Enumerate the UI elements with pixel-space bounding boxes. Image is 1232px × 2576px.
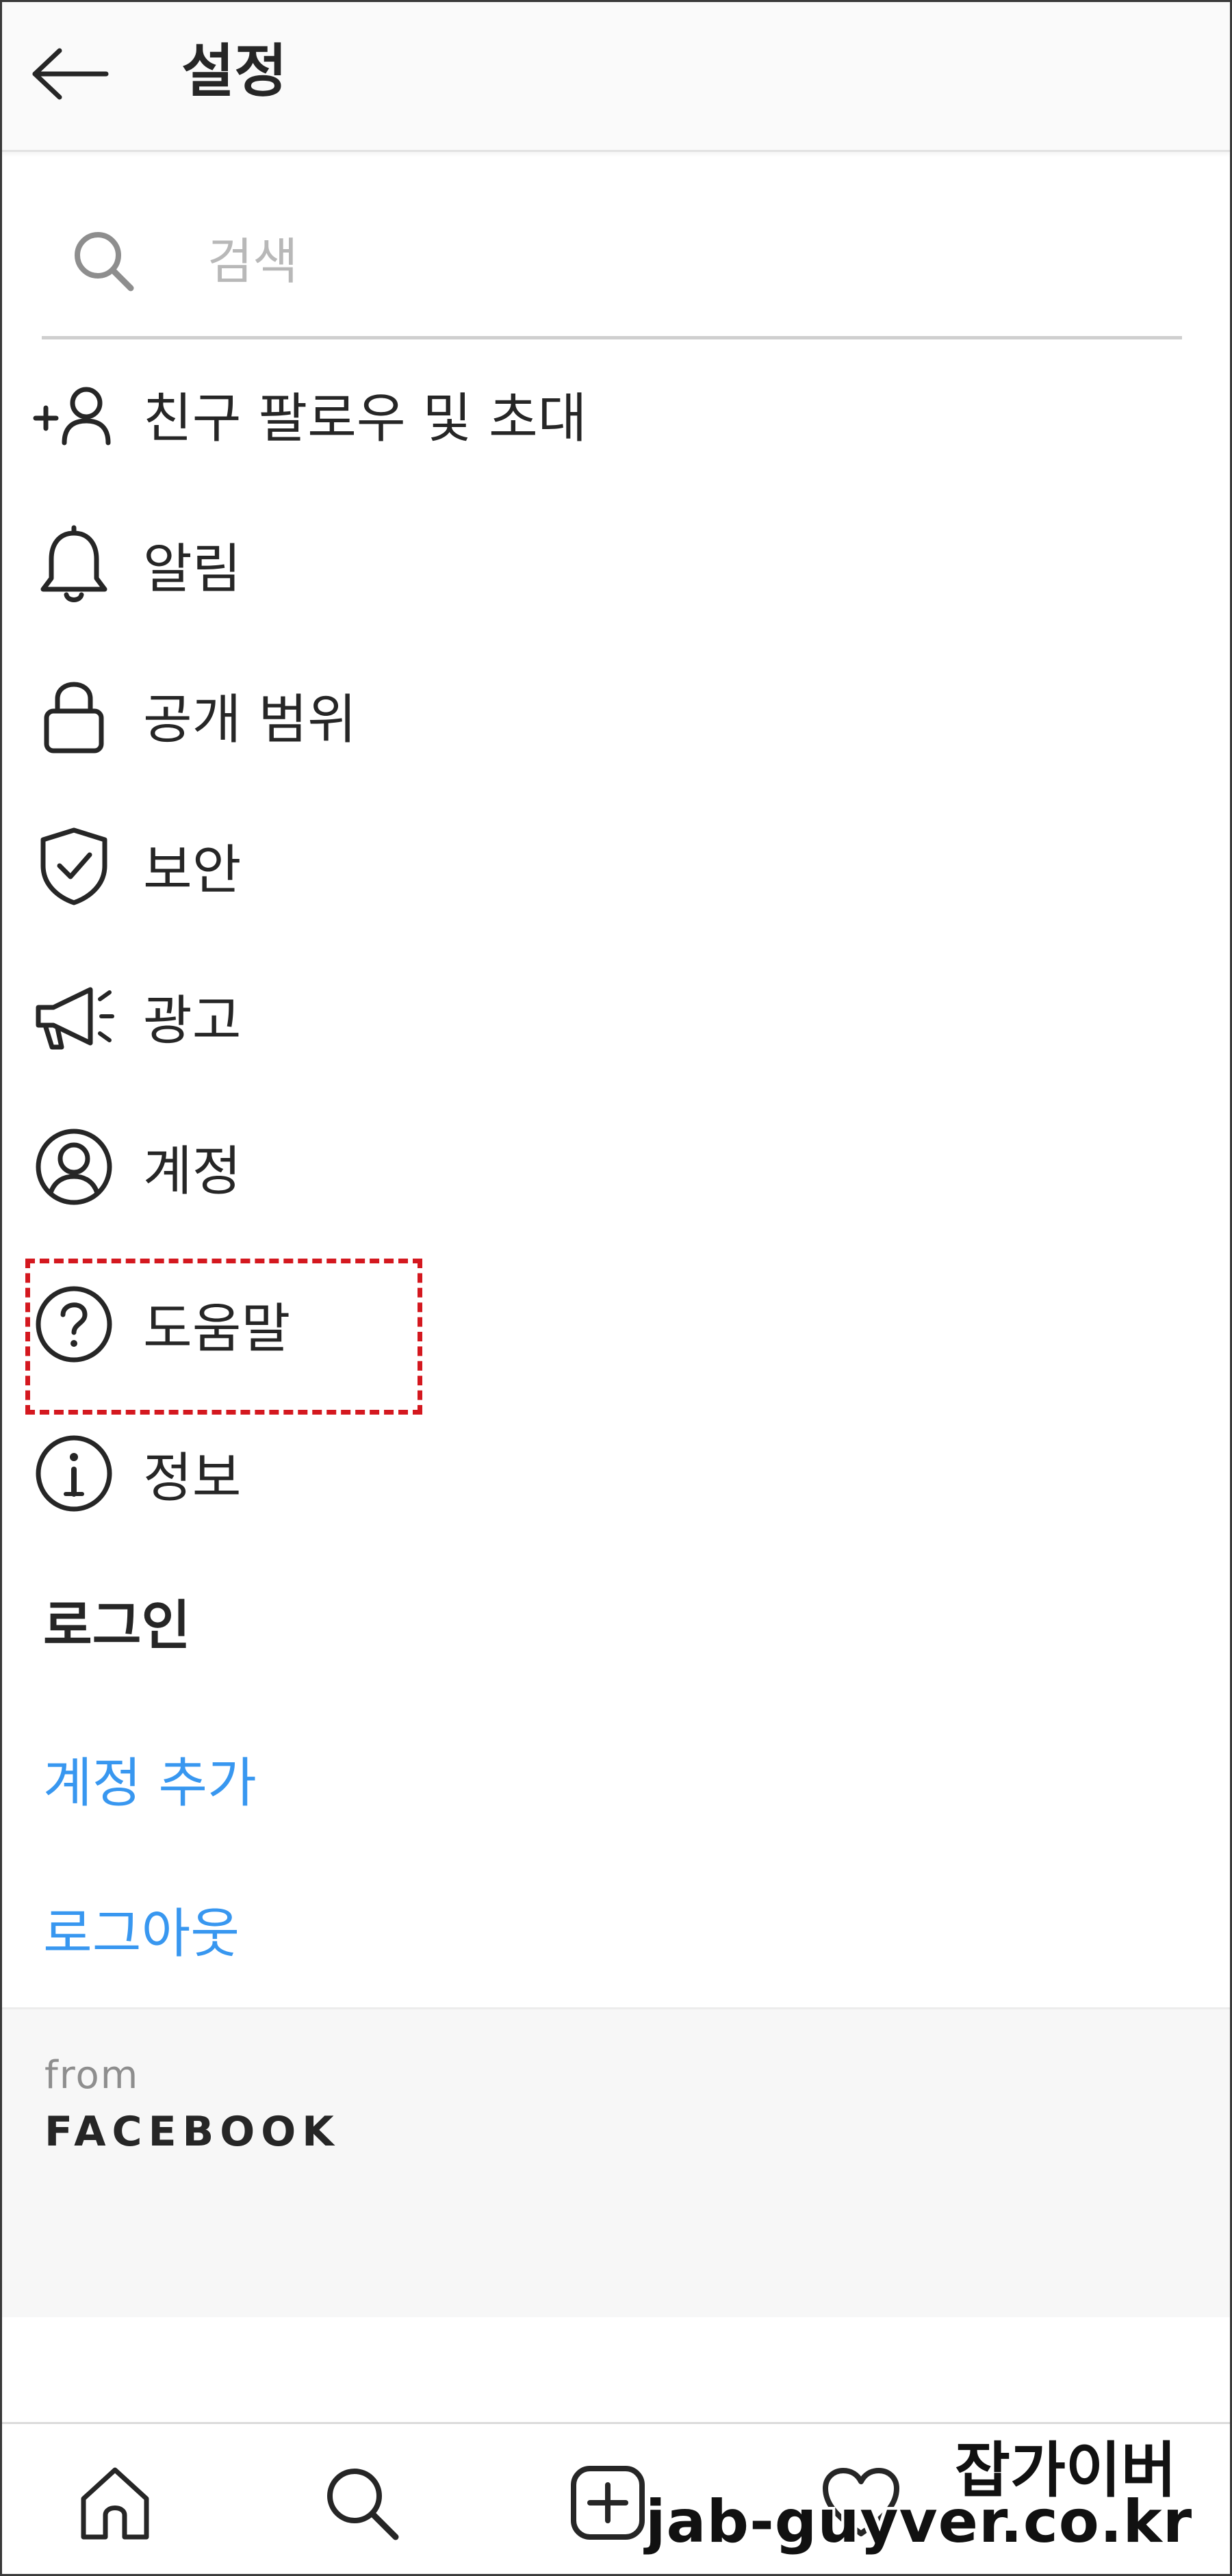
menu-label: 알림 [143, 539, 242, 600]
info-icon [29, 1429, 118, 1518]
menu-label: 친구 팔로우 및 초대 [143, 388, 587, 450]
shield-check-icon [29, 821, 118, 910]
menu-item-follow-invite[interactable]: 친구 팔로우 및 초대 [29, 352, 1193, 476]
search-bar[interactable] [42, 199, 1182, 339]
logout-link[interactable]: 로그아웃 [43, 1891, 240, 1968]
bell-icon [29, 520, 118, 609]
menu-label: 정보 [143, 1447, 242, 1509]
account-circle-icon [29, 1122, 118, 1211]
footer-from-text: from [44, 2053, 140, 2098]
menu-label: 광고 [143, 990, 242, 1052]
lock-icon [29, 671, 118, 760]
help-highlight-box [25, 1259, 422, 1415]
menu-label: 보안 [143, 840, 242, 901]
settings-screen: 설정 친구 팔로우 및 초대 [0, 0, 1232, 2576]
back-button[interactable] [23, 29, 118, 118]
plus-square-icon [567, 2462, 649, 2544]
nav-home-button[interactable] [64, 2451, 166, 2554]
nav-create-button[interactable] [556, 2451, 659, 2554]
menu-label: 공개 범위 [143, 689, 357, 751]
nav-search-button[interactable] [310, 2451, 413, 2554]
menu-item-security[interactable]: 보안 [29, 804, 1193, 927]
header-bar: 설정 [2, 2, 1230, 152]
menu-item-about[interactable]: 정보 [29, 1412, 1193, 1535]
arrow-left-icon [29, 47, 112, 101]
menu-item-ads[interactable]: 광고 [29, 955, 1193, 1078]
search-icon [320, 2462, 402, 2544]
search-icon [69, 227, 138, 295]
footer: from FACEBOOK [2, 2007, 1230, 2317]
menu-label: 계정 [143, 1141, 242, 1202]
menu-item-account[interactable]: 계정 [29, 1105, 1193, 1228]
page-title: 설정 [181, 38, 287, 105]
search-input[interactable] [206, 227, 1153, 296]
menu-item-privacy[interactable]: 공개 범위 [29, 654, 1193, 777]
footer-brand-text: FACEBOOK [44, 2108, 340, 2156]
add-account-link[interactable]: 계정 추가 [43, 1740, 257, 1817]
home-icon [74, 2462, 156, 2544]
megaphone-icon [29, 972, 118, 1061]
login-section-title: 로그인 [43, 1595, 191, 1657]
menu-item-notifications[interactable]: 알림 [29, 503, 1193, 626]
add-person-icon [29, 370, 118, 459]
watermark-url: jab-guyver.co.kr [645, 2488, 1193, 2556]
